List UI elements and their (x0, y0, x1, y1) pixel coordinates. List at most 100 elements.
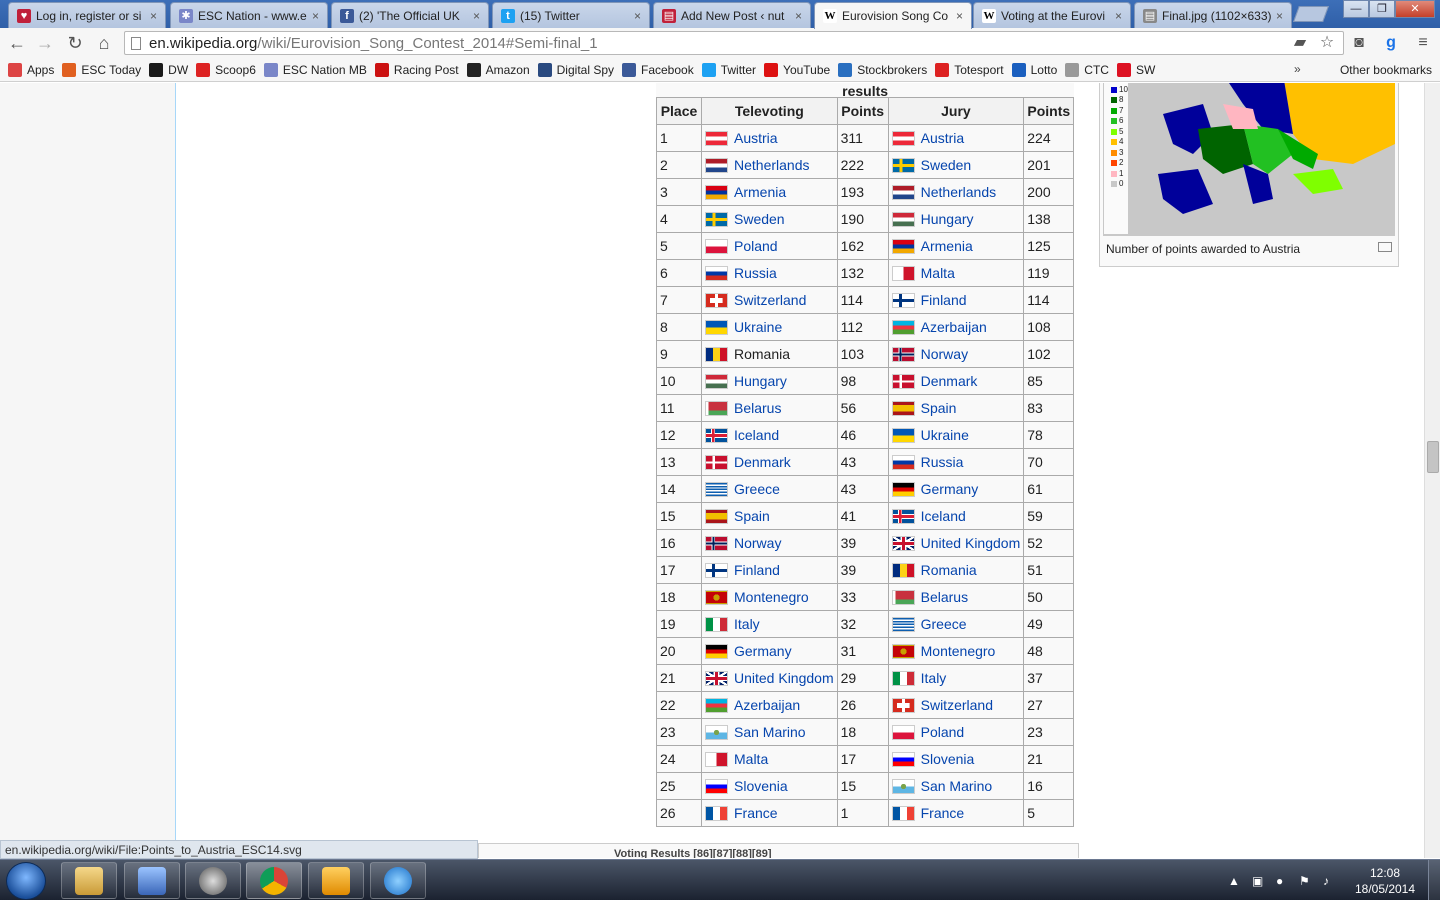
back-arrow-icon[interactable]: ← (6, 32, 28, 54)
taskbar-itunes[interactable] (370, 862, 426, 899)
country-link[interactable]: Austria (734, 130, 778, 146)
bookmark-youtube[interactable]: YouTube (764, 62, 830, 77)
bookmark-esc-nation-mb[interactable]: ESC Nation MB (263, 62, 367, 77)
bookmark-racing-post[interactable]: Racing Post (374, 62, 459, 77)
bookmark-scoop6[interactable]: Scoop6 (196, 62, 256, 77)
scrollbar-thumb[interactable] (1427, 441, 1439, 473)
country-link[interactable]: Denmark (734, 454, 791, 470)
country-link[interactable]: Azerbaijan (734, 697, 800, 713)
country-link[interactable]: Montenegro (921, 643, 996, 659)
home-icon[interactable]: ⌂ (93, 32, 115, 54)
country-link[interactable]: France (734, 805, 778, 821)
other-bookmarks-folder[interactable]: Other bookmarks (1340, 63, 1432, 77)
country-link[interactable]: Sweden (734, 211, 785, 227)
taskbar-steam[interactable] (185, 862, 241, 899)
tab-close-icon[interactable]: × (1115, 9, 1122, 23)
bookmarks-overflow-chevron-icon[interactable]: » (1294, 62, 1301, 76)
country-link[interactable]: Sweden (921, 157, 972, 173)
bookmark-digital-spy[interactable]: Digital Spy (537, 62, 614, 77)
country-link[interactable]: Ukraine (921, 427, 969, 443)
country-link[interactable]: Malta (921, 265, 955, 281)
tray-flag-icon[interactable]: ⚑ (1299, 860, 1310, 900)
country-link[interactable]: Germany (734, 643, 792, 659)
country-link[interactable]: United Kingdom (734, 670, 834, 686)
country-link[interactable]: United Kingdom (921, 535, 1021, 551)
country-link[interactable]: Germany (921, 481, 979, 497)
country-link[interactable]: Russia (921, 454, 964, 470)
country-link[interactable]: Netherlands (734, 157, 810, 173)
tab-close-icon[interactable]: × (312, 9, 319, 23)
country-link[interactable]: Belarus (921, 589, 968, 605)
address-bar[interactable]: en.wikipedia.org/wiki/Eurovision_Song_Co… (124, 31, 1344, 55)
tray-volume-icon[interactable]: ♪ (1323, 860, 1329, 900)
google-extension-icon[interactable]: g (1380, 32, 1402, 54)
country-link[interactable]: Italy (921, 670, 947, 686)
country-link[interactable]: Switzerland (921, 697, 993, 713)
country-link[interactable]: France (921, 805, 965, 821)
country-link[interactable]: Hungary (734, 373, 787, 389)
tab-close-icon[interactable]: × (150, 9, 157, 23)
tab-1[interactable]: ✱ ESC Nation - www.e × (170, 2, 328, 28)
bookmark-facebook[interactable]: Facebook (622, 62, 694, 77)
tab-5[interactable]: W Eurovision Song Co × (814, 2, 972, 29)
enlarge-icon[interactable] (1378, 242, 1392, 252)
points-map-image[interactable]: 1210876543210 (1103, 83, 1395, 236)
country-link[interactable]: Armenia (921, 238, 973, 254)
new-tab-button[interactable] (1293, 6, 1329, 22)
taskbar-explorer[interactable] (61, 862, 117, 899)
camera-extension-icon[interactable]: ◙ (1348, 32, 1370, 54)
country-link[interactable]: Poland (734, 238, 778, 254)
country-link[interactable]: Belarus (734, 400, 781, 416)
country-link[interactable]: Poland (921, 724, 965, 740)
bookmark-esc-today[interactable]: ESC Today (62, 62, 141, 77)
country-link[interactable]: Iceland (921, 508, 966, 524)
bookmark-twitter[interactable]: Twitter (701, 62, 756, 77)
country-link[interactable]: San Marino (921, 778, 993, 794)
taskbar-outlook[interactable] (308, 862, 364, 899)
country-link[interactable]: Spain (734, 508, 770, 524)
country-link[interactable]: San Marino (734, 724, 806, 740)
country-link[interactable]: Finland (921, 292, 967, 308)
start-button[interactable] (6, 862, 46, 900)
country-link[interactable]: Norway (921, 346, 968, 362)
tab-close-icon[interactable]: × (634, 9, 641, 23)
country-link[interactable]: Finland (734, 562, 780, 578)
tab-close-icon[interactable]: × (473, 9, 480, 23)
tab-6[interactable]: W Voting at the Eurovi × (973, 2, 1131, 28)
minimize-button[interactable]: — (1343, 0, 1369, 18)
taskbar-app[interactable] (124, 862, 180, 899)
country-link[interactable]: Denmark (921, 373, 978, 389)
country-link[interactable]: Armenia (734, 184, 786, 200)
country-link[interactable]: Romania (921, 562, 977, 578)
country-link[interactable]: Norway (734, 535, 781, 551)
bookmark-dw[interactable]: DW (149, 62, 188, 77)
tray-expand-icon[interactable]: ▲ (1228, 860, 1240, 900)
tab-close-icon[interactable]: × (956, 9, 963, 23)
bookmark-star-icon[interactable]: ☆ (1316, 32, 1338, 54)
country-link[interactable]: Greece (734, 481, 780, 497)
bookmark-apps[interactable]: Apps (8, 62, 54, 77)
country-link[interactable]: Switzerland (734, 292, 806, 308)
tray-app-icon[interactable]: ● (1276, 860, 1283, 900)
taskbar-clock[interactable]: 12:08 18/05/2014 (1348, 865, 1422, 897)
reload-icon[interactable]: ↻ (64, 32, 86, 54)
country-link[interactable]: Greece (921, 616, 967, 632)
bookmark-totesport[interactable]: Totesport (935, 62, 1004, 77)
tab-0[interactable]: ♥ Log in, register or si × (8, 2, 166, 28)
bookmark-lotto[interactable]: Lotto (1011, 62, 1057, 77)
country-link[interactable]: Slovenia (921, 751, 975, 767)
taskbar-chrome[interactable] (246, 862, 302, 899)
tab-3[interactable]: t (15) Twitter × (492, 2, 650, 28)
country-link[interactable]: Netherlands (921, 184, 997, 200)
country-link[interactable]: Spain (921, 400, 957, 416)
translate-icon[interactable]: ▰ (1289, 32, 1311, 54)
bookmark-ctc[interactable]: CTC (1065, 62, 1109, 77)
bookmark-sw[interactable]: SW (1116, 62, 1155, 77)
show-desktop-button[interactable] (1428, 860, 1440, 900)
maximize-button[interactable]: ❐ (1369, 0, 1395, 18)
tab-close-icon[interactable]: × (795, 9, 802, 23)
tab-4[interactable]: ▤ Add New Post ‹ nut × (653, 2, 811, 28)
page-scrollbar[interactable] (1424, 83, 1440, 858)
bookmark-amazon[interactable]: Amazon (466, 62, 530, 77)
tray-network-icon[interactable]: ▣ (1252, 860, 1263, 900)
